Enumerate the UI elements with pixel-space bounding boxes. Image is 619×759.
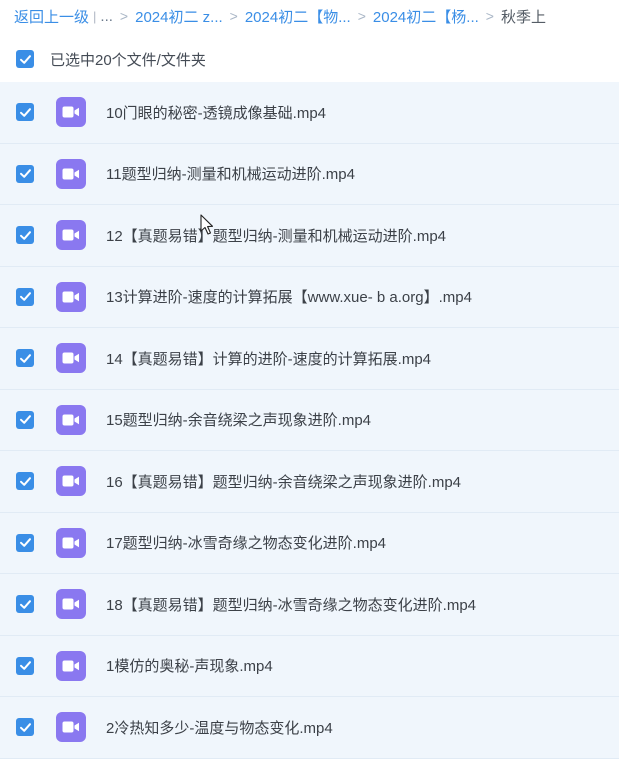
breadcrumb-item[interactable]: 2024初二【杨... [373,6,479,27]
checkmark-icon [19,353,31,363]
file-name[interactable]: 2冷热知多少-温度与物态变化.mp4 [106,717,333,738]
file-row[interactable]: 15题型归纳-余音绕梁之声现象进阶.mp4 [0,389,619,451]
select-all-checkbox[interactable] [16,50,34,68]
checkmark-icon [19,538,31,548]
file-name[interactable]: 13计算进阶-速度的计算拓展【www.xue- b a.org】.mp4 [106,286,472,307]
video-file-icon [56,527,86,558]
file-checkbox[interactable] [16,472,34,491]
file-checkbox[interactable] [16,226,34,245]
file-row[interactable]: 18【真题易错】题型归纳-冰雪奇缘之物态变化进阶.mp4 [0,574,619,636]
video-camera-icon [62,660,79,672]
breadcrumb: 返回上一级 | ... > 2024初二 z... > 2024初二【物... … [0,0,619,32]
video-camera-icon [62,414,79,426]
file-list: 10门眼的秘密-透镜成像基础.mp4 11题型归纳-测量和机械运动进阶.mp4 12… [0,82,619,759]
file-row[interactable]: 1模仿的奥秘-声现象.mp4 [0,635,619,697]
file-name[interactable]: 12【真题易错】题型归纳-测量和机械运动进阶.mp4 [106,225,446,246]
breadcrumb-ellipsis[interactable]: ... [100,8,113,25]
file-name[interactable]: 18【真题易错】题型归纳-冰雪奇缘之物态变化进阶.mp4 [106,594,476,615]
video-file-icon [56,281,86,312]
file-row[interactable]: 13计算进阶-速度的计算拓展【www.xue- b a.org】.mp4 [0,266,619,328]
video-file-icon [56,466,86,497]
video-file-icon [56,343,86,374]
file-row[interactable]: 17题型归纳-冰雪奇缘之物态变化进阶.mp4 [0,512,619,574]
checkmark-icon [19,54,31,64]
video-camera-icon [62,291,79,303]
video-camera-icon [62,475,79,487]
selection-bar: 已选中20个文件/文件夹 [0,40,619,78]
file-row[interactable]: 11题型归纳-测量和机械运动进阶.mp4 [0,143,619,205]
checkmark-icon [19,476,31,486]
file-name[interactable]: 11题型归纳-测量和机械运动进阶.mp4 [106,163,355,184]
breadcrumb-separator: > [229,8,238,24]
video-camera-icon [62,598,79,610]
file-row[interactable]: 16【真题易错】题型归纳-余音绕梁之声现象进阶.mp4 [0,451,619,513]
video-camera-icon [62,537,79,549]
file-checkbox[interactable] [16,103,34,122]
breadcrumb-current: 秋季上 [500,8,546,26]
file-checkbox[interactable] [16,410,34,429]
checkmark-icon [19,661,31,671]
video-file-icon [56,158,86,189]
video-camera-icon [62,168,79,180]
file-checkbox[interactable] [16,718,34,737]
file-name[interactable]: 17题型归纳-冰雪奇缘之物态变化进阶.mp4 [106,532,386,553]
breadcrumb-item[interactable]: 2024初二【物... [245,6,351,27]
file-checkbox[interactable] [16,656,34,675]
video-camera-icon [62,106,79,118]
video-file-icon [56,712,86,743]
file-name[interactable]: 14【真题易错】计算的进阶-速度的计算拓展.mp4 [106,348,431,369]
video-file-icon [56,404,86,435]
video-file-icon [56,220,86,251]
file-row[interactable]: 10门眼的秘密-透镜成像基础.mp4 [0,82,619,144]
file-name[interactable]: 16【真题易错】题型归纳-余音绕梁之声现象进阶.mp4 [106,471,461,492]
checkmark-icon [19,292,31,302]
breadcrumb-pipe: | [93,8,97,24]
checkmark-icon [19,230,31,240]
checkmark-icon [19,722,31,732]
video-camera-icon [62,721,79,733]
file-row[interactable]: 12【真题易错】题型归纳-测量和机械运动进阶.mp4 [0,205,619,267]
breadcrumb-separator: > [485,8,494,24]
video-camera-icon [62,352,79,364]
file-name[interactable]: 10门眼的秘密-透镜成像基础.mp4 [106,102,326,123]
breadcrumb-separator: > [119,8,129,24]
checkmark-icon [19,107,31,117]
file-checkbox[interactable] [16,287,34,306]
selection-count-label: 已选中20个文件/文件夹 [50,51,206,69]
video-camera-icon [62,229,79,241]
file-checkbox[interactable] [16,595,34,614]
back-link[interactable]: 返回上一级 [14,6,89,27]
file-checkbox[interactable] [16,349,34,368]
video-file-icon [56,650,86,681]
breadcrumb-separator: > [357,8,366,24]
file-row[interactable]: 14【真题易错】计算的进阶-速度的计算拓展.mp4 [0,328,619,390]
file-name[interactable]: 1模仿的奥秘-声现象.mp4 [106,655,273,676]
checkmark-icon [19,169,31,179]
checkmark-icon [19,415,31,425]
video-file-icon [56,589,86,620]
file-name[interactable]: 15题型归纳-余音绕梁之声现象进阶.mp4 [106,409,371,430]
video-file-icon [56,97,86,128]
checkmark-icon [19,599,31,609]
breadcrumb-item[interactable]: 2024初二 z... [135,6,223,27]
file-checkbox[interactable] [16,164,34,183]
file-checkbox[interactable] [16,533,34,552]
file-row[interactable]: 2冷热知多少-温度与物态变化.mp4 [0,697,619,759]
